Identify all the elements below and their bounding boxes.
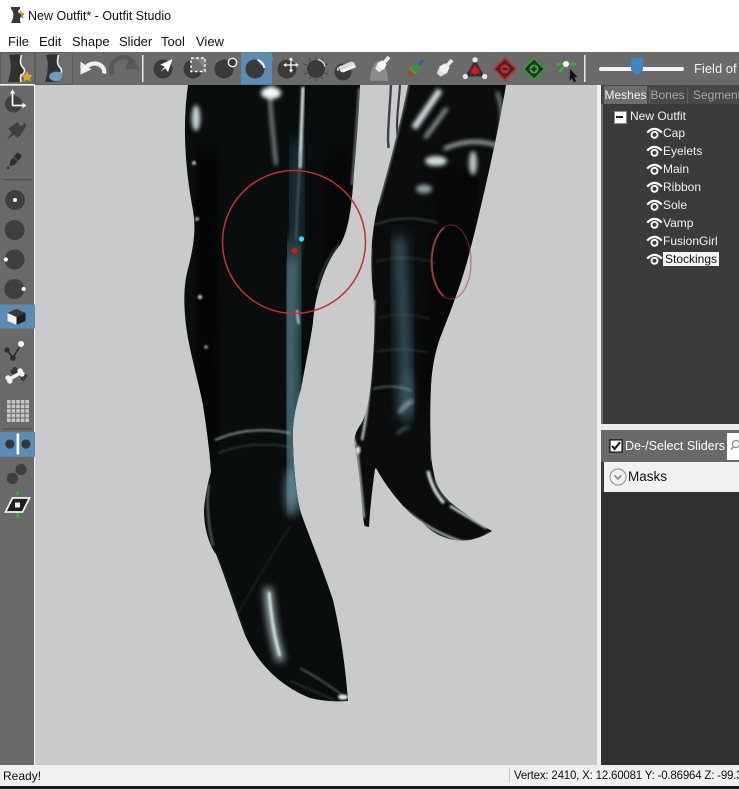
svg-text:Field of Vi: Field of Vi [694,61,739,76]
